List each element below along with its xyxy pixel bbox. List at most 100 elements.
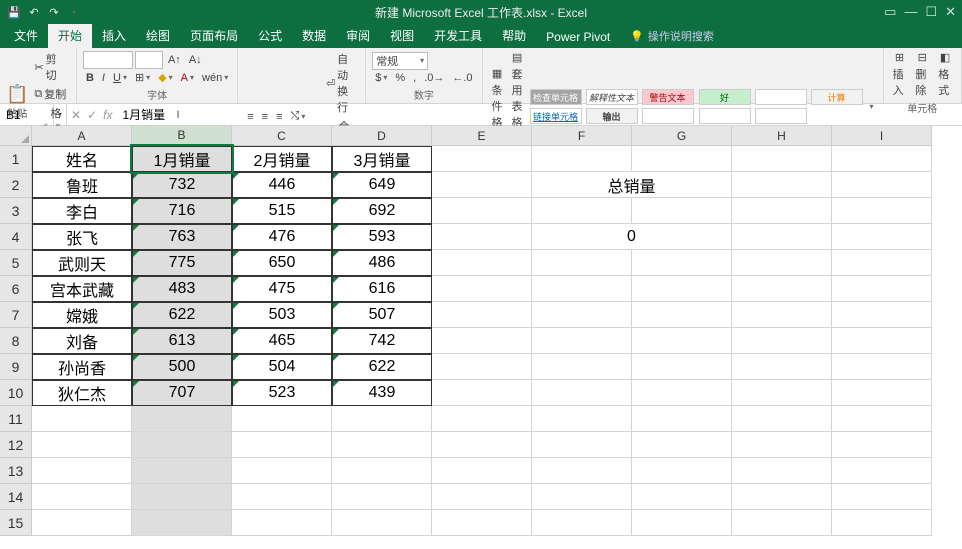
select-all-corner[interactable] bbox=[0, 126, 32, 146]
cell-C3[interactable]: 515 bbox=[232, 198, 332, 224]
cut-button[interactable]: ✂剪切 bbox=[31, 50, 70, 84]
cell-D1[interactable]: 3月销量 bbox=[332, 146, 432, 172]
cell-C2[interactable]: 446 bbox=[232, 172, 332, 198]
cell-I5[interactable] bbox=[832, 250, 932, 276]
cell-I1[interactable] bbox=[832, 146, 932, 172]
cell-D4[interactable]: 593 bbox=[332, 224, 432, 250]
cell-H9[interactable] bbox=[732, 354, 832, 380]
font-size-selector[interactable] bbox=[135, 51, 163, 69]
cell-D10[interactable]: 439 bbox=[332, 380, 432, 406]
tab-view[interactable]: 视图 bbox=[380, 23, 424, 48]
cell-B12[interactable] bbox=[132, 432, 232, 458]
border-button[interactable]: ⊞▾ bbox=[132, 70, 153, 85]
increase-decimal-icon[interactable]: .0→ bbox=[421, 71, 447, 85]
cell-F11[interactable] bbox=[532, 406, 632, 432]
cell-G1[interactable] bbox=[632, 146, 732, 172]
tab-help[interactable]: 帮助 bbox=[492, 23, 536, 48]
cell-C10[interactable]: 523 bbox=[232, 380, 332, 406]
cell-C7[interactable]: 503 bbox=[232, 302, 332, 328]
cell-B2[interactable]: 732 bbox=[132, 172, 232, 198]
cell-D2[interactable]: 649 bbox=[332, 172, 432, 198]
cell-A9[interactable]: 孙尚香 bbox=[32, 354, 132, 380]
delete-cells-button[interactable]: ⊟删除 bbox=[912, 50, 932, 99]
row-header-4[interactable]: 4 bbox=[0, 224, 32, 250]
cell-H14[interactable] bbox=[732, 484, 832, 510]
row-header-7[interactable]: 7 bbox=[0, 302, 32, 328]
cell-H11[interactable] bbox=[732, 406, 832, 432]
cell-H6[interactable] bbox=[732, 276, 832, 302]
cell-A15[interactable] bbox=[32, 510, 132, 536]
qat-dropdown-icon[interactable]: ▾ bbox=[66, 4, 82, 20]
cell-B4[interactable]: 763 bbox=[132, 224, 232, 250]
row-header-10[interactable]: 10 bbox=[0, 380, 32, 406]
cell-E12[interactable] bbox=[432, 432, 532, 458]
cell-A7[interactable]: 嫦娥 bbox=[32, 302, 132, 328]
ribbon-options-icon[interactable]: ▭ bbox=[884, 4, 896, 20]
cell-F1[interactable] bbox=[532, 146, 632, 172]
col-header-F[interactable]: F bbox=[532, 126, 632, 146]
accounting-icon[interactable]: $▾ bbox=[372, 71, 390, 85]
tab-formulas[interactable]: 公式 bbox=[248, 23, 292, 48]
cell-B10[interactable]: 707 bbox=[132, 380, 232, 406]
cell-E5[interactable] bbox=[432, 250, 532, 276]
cell-A10[interactable]: 狄仁杰 bbox=[32, 380, 132, 406]
comma-icon[interactable]: , bbox=[410, 71, 419, 85]
cell-H3[interactable] bbox=[732, 198, 832, 224]
cell-C11[interactable] bbox=[232, 406, 332, 432]
undo-icon[interactable]: ↶ bbox=[26, 4, 42, 20]
cell-E6[interactable] bbox=[432, 276, 532, 302]
cell-G9[interactable] bbox=[632, 354, 732, 380]
col-header-I[interactable]: I bbox=[832, 126, 932, 146]
cell-A6[interactable]: 宫本武藏 bbox=[32, 276, 132, 302]
style-check-cell[interactable]: 检查单元格 bbox=[530, 89, 582, 105]
row-header-8[interactable]: 8 bbox=[0, 328, 32, 354]
cell-I3[interactable] bbox=[832, 198, 932, 224]
format-cells-button[interactable]: ◧格式 bbox=[935, 50, 955, 99]
col-header-D[interactable]: D bbox=[332, 126, 432, 146]
cell-D6[interactable]: 616 bbox=[332, 276, 432, 302]
copy-button[interactable]: ⧉复制 bbox=[31, 85, 70, 103]
cell-C8[interactable]: 465 bbox=[232, 328, 332, 354]
paste-button[interactable]: 📋 粘贴 bbox=[6, 84, 28, 120]
cell-G7[interactable] bbox=[632, 302, 732, 328]
cancel-icon[interactable]: ✕ bbox=[71, 108, 81, 122]
decrease-decimal-icon[interactable]: ←.0 bbox=[449, 71, 475, 85]
cell-H1[interactable] bbox=[732, 146, 832, 172]
maximize-icon[interactable]: ☐ bbox=[925, 4, 937, 20]
tab-draw[interactable]: 绘图 bbox=[136, 23, 180, 48]
cell-C9[interactable]: 504 bbox=[232, 354, 332, 380]
close-icon[interactable]: ✕ bbox=[945, 4, 956, 20]
cell-I8[interactable] bbox=[832, 328, 932, 354]
cell-G15[interactable] bbox=[632, 510, 732, 536]
cell-F10[interactable] bbox=[532, 380, 632, 406]
cell-E4[interactable] bbox=[432, 224, 532, 250]
cell-E10[interactable] bbox=[432, 380, 532, 406]
number-format-selector[interactable]: 常规▾ bbox=[372, 52, 428, 70]
cell-D7[interactable]: 507 bbox=[332, 302, 432, 328]
cell-A2[interactable]: 鲁班 bbox=[32, 172, 132, 198]
cell-I9[interactable] bbox=[832, 354, 932, 380]
cell-B14[interactable] bbox=[132, 484, 232, 510]
cell-H10[interactable] bbox=[732, 380, 832, 406]
tab-file[interactable]: 文件 bbox=[4, 23, 48, 48]
cell-B9[interactable]: 500 bbox=[132, 354, 232, 380]
cell-F12[interactable] bbox=[532, 432, 632, 458]
tab-power[interactable]: Power Pivot bbox=[536, 26, 620, 48]
cell-G11[interactable] bbox=[632, 406, 732, 432]
cell-F15[interactable] bbox=[532, 510, 632, 536]
cell-B3[interactable]: 716 bbox=[132, 198, 232, 224]
cell-E13[interactable] bbox=[432, 458, 532, 484]
row-header-6[interactable]: 6 bbox=[0, 276, 32, 302]
row-header-9[interactable]: 9 bbox=[0, 354, 32, 380]
cell-B11[interactable] bbox=[132, 406, 232, 432]
row-header-15[interactable]: 15 bbox=[0, 510, 32, 536]
row-header-5[interactable]: 5 bbox=[0, 250, 32, 276]
cell-C1[interactable]: 2月销量 bbox=[232, 146, 332, 172]
style-explain[interactable]: 解释性文本 bbox=[586, 89, 638, 105]
row-header-2[interactable]: 2 bbox=[0, 172, 32, 198]
cell-E2[interactable] bbox=[432, 172, 532, 198]
cell-F3[interactable] bbox=[532, 198, 632, 224]
cell-C14[interactable] bbox=[232, 484, 332, 510]
tab-dev[interactable]: 开发工具 bbox=[424, 23, 492, 48]
phonetic-button[interactable]: wén▾ bbox=[199, 71, 231, 85]
